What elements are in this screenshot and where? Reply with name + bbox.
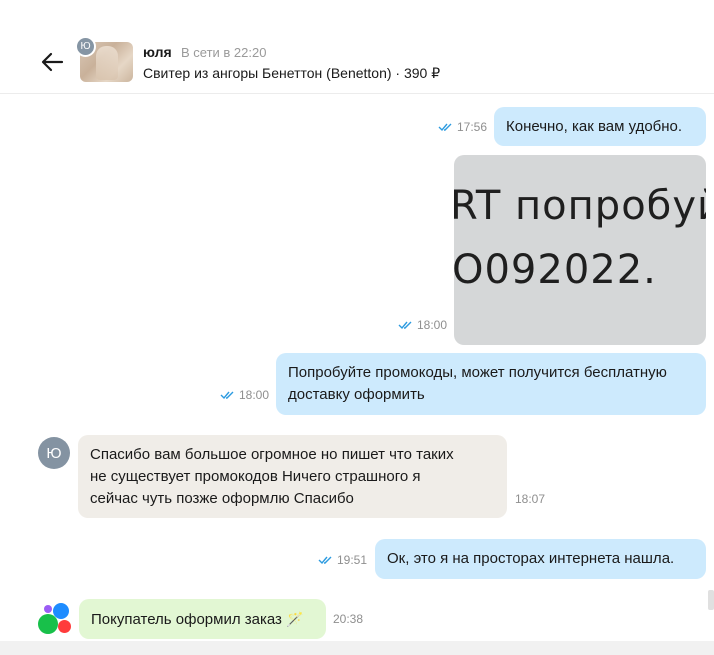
message-bubble[interactable]: Спасибо вам большое огромное но пишет чт…: [78, 435, 507, 518]
user-avatar: Ю: [75, 36, 96, 57]
online-status: В сети в 22:20: [181, 45, 267, 60]
photo-text-line: O092022.: [454, 247, 657, 293]
message-meta: 17:56: [438, 120, 487, 134]
message-text: Конечно, как вам удобно.: [506, 118, 683, 135]
message-text: доставку оформить: [288, 386, 425, 403]
message-text: Попробуйте промокоды, может получится бе…: [288, 364, 667, 381]
message-meta: 20:38: [333, 612, 363, 626]
scrollbar[interactable]: [708, 590, 714, 610]
avatar-letter: Ю: [80, 41, 91, 52]
message-photo[interactable]: RT попробуй O092022.: [454, 155, 706, 345]
message-time: 18:00: [417, 318, 448, 332]
marketplace-logo-icon: [38, 603, 72, 635]
read-checks-icon: [220, 391, 234, 400]
read-checks-icon: [318, 556, 332, 565]
read-checks-icon: [398, 321, 412, 330]
product-title[interactable]: Свитер из ангоры Бенеттон (Benetton) · 3…: [143, 65, 440, 82]
chat-header: Ю юля В сети в 22:20 Свитер из ангоры Бе…: [0, 0, 714, 94]
message-text: Спасибо вам большое огромное но пишет чт…: [90, 446, 454, 463]
message-text: сейчас чуть позже оформлю Спасибо: [90, 490, 354, 507]
message-meta: 18:00: [398, 318, 447, 332]
back-arrow-icon[interactable]: [38, 50, 66, 74]
message-time: 18:00: [239, 388, 270, 402]
magic-wand-emoji-icon: 🪄: [286, 611, 304, 627]
user-name: юля: [143, 44, 172, 60]
message-text: Покупатель оформил заказ: [91, 611, 282, 628]
avatar-letter: Ю: [46, 444, 62, 462]
system-message-bubble: Покупатель оформил заказ 🪄: [79, 599, 326, 639]
bottom-edge: [0, 641, 714, 655]
photo-text-line: RT попробуй: [454, 183, 706, 229]
message-meta: 18:00: [220, 388, 269, 402]
message-text: не существует промокодов Ничего страшног…: [90, 468, 421, 485]
message-meta: 18:07: [515, 492, 545, 506]
read-checks-icon: [438, 123, 452, 132]
message-bubble[interactable]: Ок, это я на просторах интернета нашла.: [375, 539, 706, 579]
message-time: 18:07: [515, 492, 546, 506]
message-bubble[interactable]: Попробуйте промокоды, может получится бе…: [276, 353, 706, 415]
message-meta: 19:51: [318, 553, 367, 567]
message-time: 20:38: [333, 612, 364, 626]
message-bubble[interactable]: Конечно, как вам удобно.: [494, 107, 706, 146]
message-time: 19:51: [337, 553, 368, 567]
message-time: 17:56: [457, 120, 488, 134]
sender-avatar[interactable]: Ю: [38, 437, 70, 469]
message-text: Ок, это я на просторах интернета нашла.: [387, 550, 675, 567]
header-divider: [0, 93, 714, 94]
